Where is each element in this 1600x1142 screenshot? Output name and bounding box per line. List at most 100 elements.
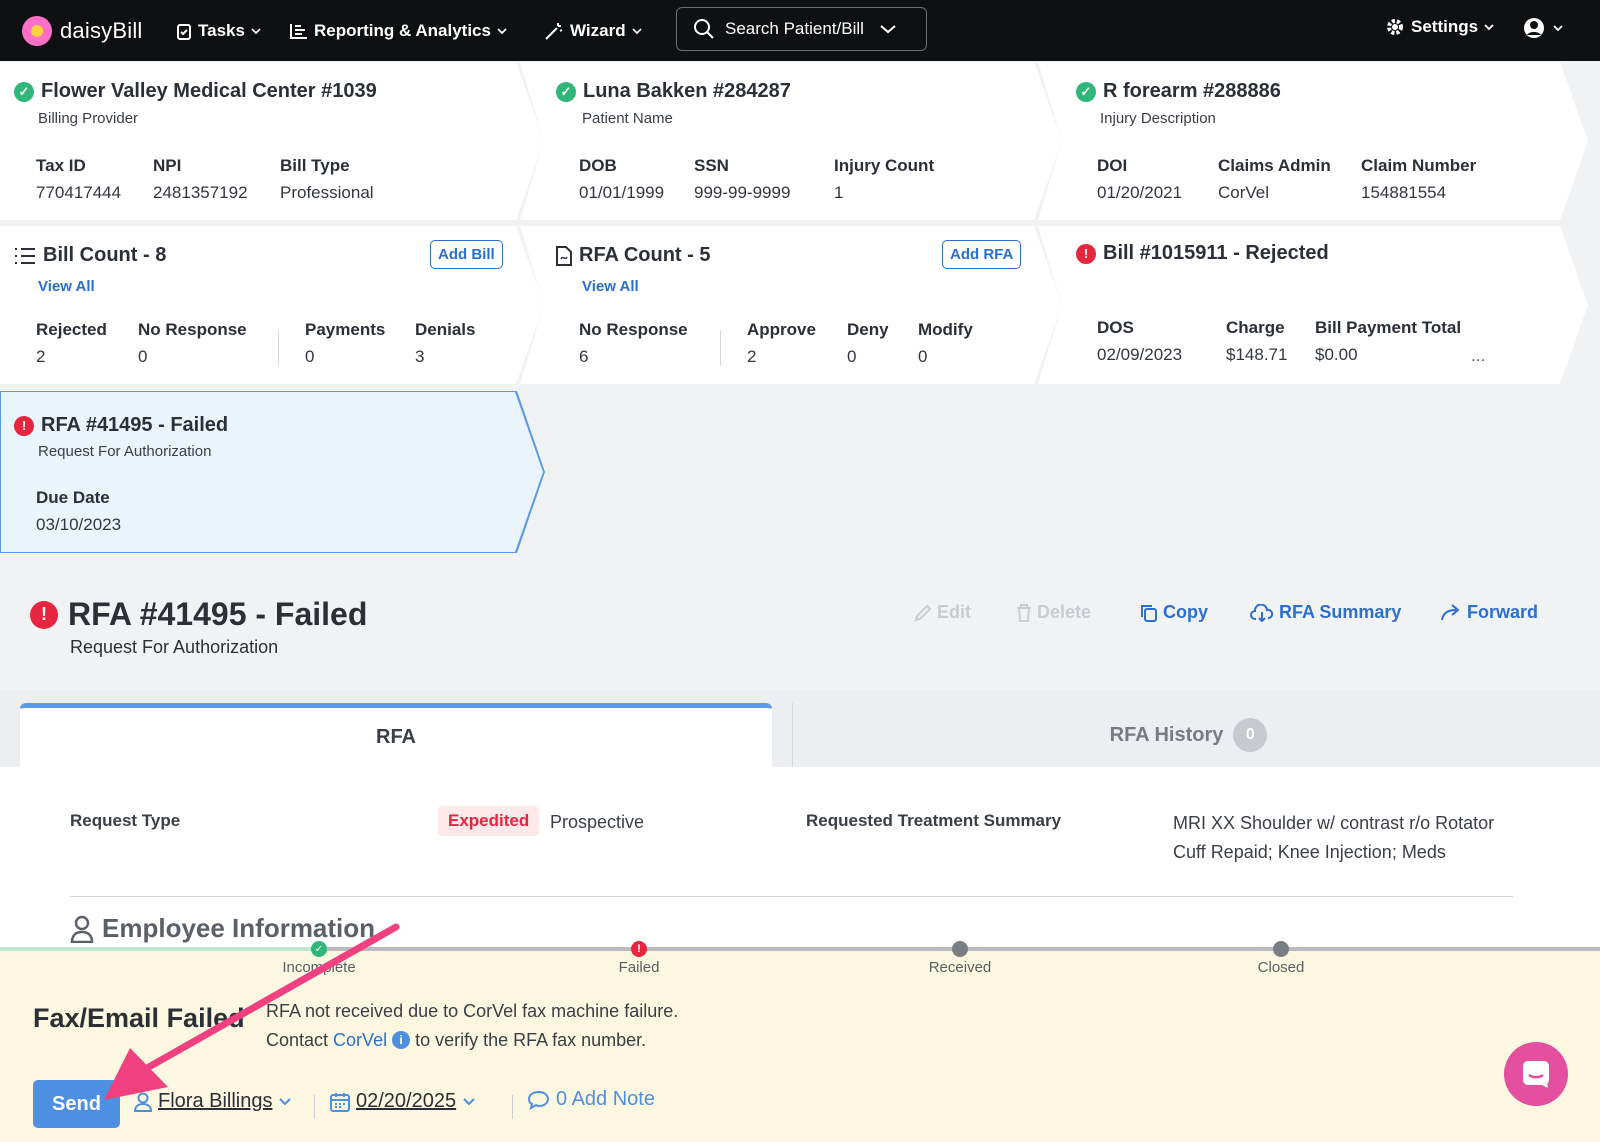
provider-title: Flower Valley Medical Center #1039	[41, 80, 377, 102]
step-closed: Closed	[1257, 959, 1305, 976]
rfa-count-card[interactable]: RFA Count - 5 View All Add RFA No Respon…	[520, 226, 1062, 384]
daisybill-logo[interactable]: daisyBill	[22, 15, 143, 46]
patient-dob: DOB 01/01/1999	[579, 156, 665, 203]
chat-widget-button[interactable]	[1504, 1042, 1568, 1106]
bill-charge: Charge $148.71	[1226, 318, 1288, 365]
check-circle-icon: ✓	[556, 82, 576, 102]
error-circle-icon: !	[1076, 244, 1096, 264]
treatment-summary-value: MRI XX Shoulder w/ contrast r/o Rotator C…	[1173, 813, 1495, 862]
provider-tax-id: Tax ID 770417444	[36, 156, 122, 203]
rfa-summary-button[interactable]: RFA Summary	[1250, 602, 1401, 623]
nav-settings[interactable]: Settings	[1385, 17, 1494, 37]
rfa-failed-card[interactable]: ! RFA #41495 - Failed Request For Authori…	[1, 392, 543, 552]
add-note-button[interactable]: 0 Add Note	[528, 1088, 655, 1111]
assignee-select[interactable]: Flora Billings	[134, 1090, 292, 1113]
forward-button[interactable]: Forward	[1440, 602, 1538, 623]
divider	[278, 330, 279, 366]
daisy-logo-icon	[22, 15, 52, 46]
copy-button[interactable]: Copy	[1140, 602, 1208, 623]
bill-more-ellipsis[interactable]: ...	[1471, 342, 1485, 369]
clipboard-icon	[177, 23, 191, 40]
nav-tasks[interactable]: Tasks	[176, 21, 261, 41]
rfa-card-subtitle: Request For Authorization	[38, 443, 212, 460]
info-icon[interactable]: i	[392, 1031, 411, 1050]
add-rfa-button[interactable]: Add RFA	[942, 240, 1021, 269]
brand-name: daisyBill	[60, 17, 143, 43]
rfa-card-title: RFA #41495 - Failed	[41, 414, 229, 436]
user-icon	[134, 1092, 152, 1112]
step-pending-icon	[1273, 941, 1289, 957]
magic-wand-icon	[545, 22, 563, 40]
step-incomplete: Incomplete	[282, 959, 356, 976]
provider-bill-type: Bill Type Professional	[280, 156, 374, 203]
patient-title: Luna Bakken #284287	[583, 80, 791, 102]
list-icon	[14, 247, 36, 265]
bill-card-title: Bill #1015911 - Rejected	[1103, 242, 1329, 264]
tab-rfa[interactable]: RFA	[20, 703, 772, 767]
search-label: Search Patient/Bill	[725, 19, 864, 38]
chevron-down-icon	[497, 27, 507, 34]
employee-info-heading: Employee Information	[70, 913, 375, 944]
chevron-down-icon	[1484, 24, 1494, 31]
add-bill-button[interactable]: Add Bill	[430, 240, 503, 269]
gear-icon	[1387, 19, 1403, 35]
nav-reporting-label: Reporting & Analytics	[314, 20, 491, 40]
divider	[512, 1095, 513, 1119]
user-menu[interactable]	[1523, 17, 1563, 39]
patient-subtitle: Patient Name	[582, 110, 673, 127]
injury-subtitle: Injury Description	[1100, 110, 1216, 127]
search-patient-bill[interactable]: Search Patient/Bill	[676, 7, 927, 51]
tab-rfa-history-label: RFA History	[1109, 723, 1224, 746]
bill-rejected-card[interactable]: ! Bill #1015911 - Rejected DOS 02/09/2023 …	[1038, 226, 1588, 384]
bills-no-response: No Response 0	[138, 320, 247, 367]
bills-view-all-link[interactable]: View All	[38, 278, 95, 295]
delete-button[interactable]: Delete	[1016, 602, 1091, 623]
patient-ssn: SSN 999-99-9999	[694, 156, 791, 203]
error-circle-icon: !	[30, 600, 58, 629]
patient-injury-count: Injury Count 1	[834, 156, 935, 203]
chat-icon	[1523, 1061, 1549, 1088]
calendar-icon	[330, 1092, 350, 1112]
bills-rejected: Rejected 2	[36, 320, 107, 367]
step-failed: Failed	[618, 959, 660, 976]
provider-npi: NPI 2481357192	[153, 156, 248, 203]
injury-doi: DOI 01/20/2021	[1097, 156, 1183, 203]
patient-card[interactable]: ✓ Luna Bakken #284287 Patient Name DOB 01/…	[520, 62, 1062, 220]
employee-icon	[70, 915, 94, 943]
rfas-modify: Modify 0	[918, 320, 973, 367]
settings-label: Settings	[1411, 17, 1479, 36]
provider-subtitle: Billing Provider	[38, 110, 139, 127]
date-select[interactable]: 02/20/2025	[330, 1090, 476, 1113]
chevron-down-icon	[631, 27, 642, 34]
rfas-view-all-link[interactable]: View All	[582, 278, 639, 295]
chevron-down-icon	[1553, 25, 1563, 32]
edit-button[interactable]: Edit	[914, 602, 971, 623]
chevron-down-icon	[251, 27, 261, 34]
error-circle-icon: !	[14, 416, 34, 436]
bill-payment-total: Bill Payment Total $0.00	[1315, 318, 1462, 365]
status-title: Fax/Email Failed	[33, 1003, 245, 1033]
injury-card[interactable]: ✓ R forearm #288886 Injury Description DO…	[1038, 62, 1588, 220]
rfa-count-title: RFA Count - 5	[579, 244, 711, 266]
bill-count-title: Bill Count - 8	[43, 244, 167, 266]
rfa-due-date: Due Date 03/10/2023	[36, 488, 122, 535]
forward-arrow-icon	[1441, 603, 1460, 620]
corvel-link[interactable]: CorVel	[333, 1026, 387, 1055]
copy-icon	[1141, 604, 1157, 622]
billing-provider-card[interactable]: ✓ Flower Valley Medical Center #1039 Bill…	[0, 62, 544, 220]
rfa-details: Request Type Expedited Prospective Reque…	[0, 767, 1600, 947]
report-icon	[290, 23, 307, 39]
top-nav-bar: daisyBill Tasks Reporting & Analytics Wi…	[0, 0, 1600, 61]
send-button[interactable]: Send	[33, 1080, 120, 1128]
bill-count-card[interactable]: Bill Count - 8 View All Add Bill Rejecte…	[0, 226, 544, 384]
trash-icon	[1017, 603, 1031, 622]
tab-rfa-history[interactable]: RFA History 0	[792, 703, 1584, 767]
cloud-download-icon	[1250, 603, 1274, 622]
expedited-badge: Expedited	[438, 806, 540, 836]
nav-wizard[interactable]: Wizard	[544, 21, 642, 41]
step-pending-icon	[952, 941, 968, 957]
search-icon	[694, 19, 714, 39]
nav-reporting[interactable]: Reporting & Analytics	[290, 21, 507, 41]
rfas-approve: Approve 2	[747, 320, 816, 367]
user-circle-icon	[1524, 18, 1544, 38]
